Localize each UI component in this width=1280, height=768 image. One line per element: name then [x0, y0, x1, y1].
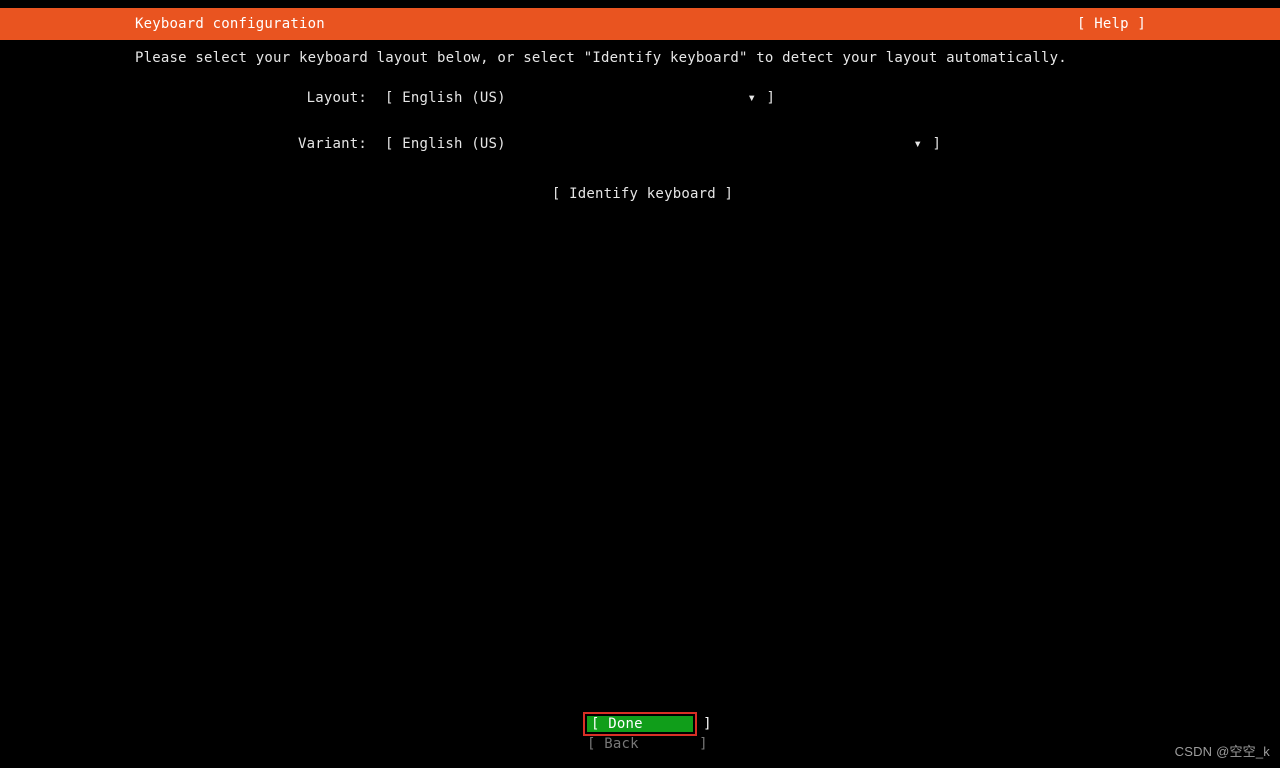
layout-value: English (US)	[402, 90, 506, 106]
variant-row: Variant: [ English (US) ▾ ]	[135, 136, 1150, 152]
done-highlight-box: [ Done ]	[583, 712, 697, 736]
open-bracket: [	[385, 90, 402, 106]
bottom-actions: [ Done ] [ Back ]	[0, 712, 1280, 752]
layout-label: Layout:	[135, 90, 385, 106]
watermark-text: CSDN @空空_k	[1175, 741, 1270, 760]
instruction-text: Please select your keyboard layout below…	[135, 50, 1150, 66]
identify-keyboard-button[interactable]: [ Identify keyboard ]	[552, 186, 733, 202]
close-bracket: ]	[758, 90, 775, 106]
layout-row: Layout: [ English (US) ▾ ]	[135, 90, 1150, 106]
back-button[interactable]: [ Back ]	[585, 736, 695, 752]
close-bracket: ]	[924, 136, 941, 152]
layout-select[interactable]: [ English (US) ▾ ]	[385, 90, 775, 106]
chevron-down-icon: ▾	[912, 136, 924, 152]
chevron-down-icon: ▾	[746, 90, 758, 106]
header-bar: Keyboard configuration [ Help ]	[0, 8, 1280, 40]
variant-value: English (US)	[402, 136, 506, 152]
done-button[interactable]: [ Done ]	[587, 716, 693, 732]
identify-row: [ Identify keyboard ]	[135, 186, 1150, 202]
page-title: Keyboard configuration	[135, 16, 1077, 32]
variant-select[interactable]: [ English (US) ▾ ]	[385, 136, 941, 152]
main-content: Please select your keyboard layout below…	[135, 48, 1150, 202]
help-button[interactable]: [ Help ]	[1077, 16, 1146, 32]
open-bracket: [	[385, 136, 402, 152]
variant-label: Variant:	[135, 136, 385, 152]
